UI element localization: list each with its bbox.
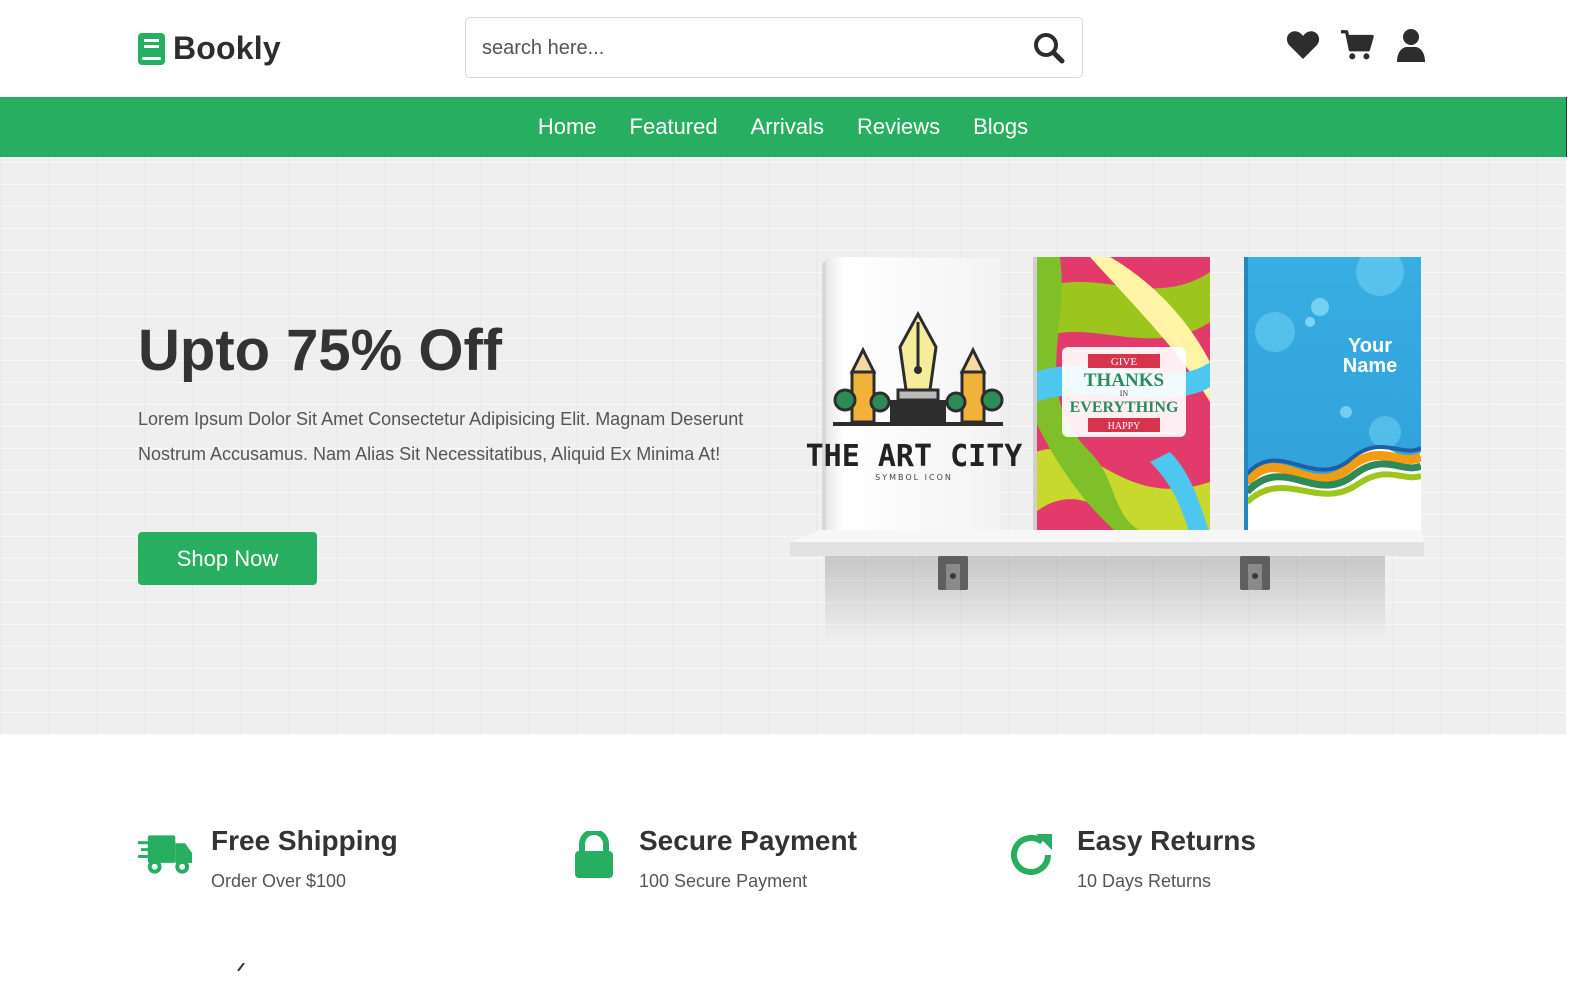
user-icon	[1397, 29, 1425, 62]
cart-button[interactable]	[1340, 28, 1374, 62]
feature-secure-payment: Secure Payment 100 Secure Payment	[566, 825, 857, 892]
shop-now-button[interactable]: Shop Now	[138, 532, 317, 585]
nav-blogs[interactable]: Blogs	[973, 114, 1028, 140]
feature-title: Easy Returns	[1077, 825, 1256, 856]
feature-text: 100 Secure Payment	[639, 871, 808, 891]
nav-featured[interactable]: Featured	[630, 114, 718, 140]
cart-icon	[1340, 30, 1374, 60]
hero-banner: Upto 75% Off Lorem Ipsum Dolor Sit Amet …	[0, 157, 1566, 735]
header-icons	[1286, 28, 1428, 62]
hero-title: Upto 75% Off	[138, 318, 503, 383]
wishlist-button[interactable]	[1286, 28, 1320, 62]
partial-heading-glyph	[237, 963, 245, 971]
book-2-line-1: GIVE	[1111, 356, 1138, 368]
nav-reviews[interactable]: Reviews	[857, 114, 940, 140]
feature-free-shipping: Free Shipping Order Over $100	[138, 825, 398, 892]
nav-home[interactable]: Home	[538, 114, 597, 140]
truck-icon	[138, 835, 193, 874]
book-1-title: THE ART CITY	[806, 439, 1023, 474]
scrollbar-track[interactable]	[1566, 0, 1586, 982]
nav-arrivals[interactable]: Arrivals	[751, 114, 824, 140]
book-2-line-4: EVERYTHING	[1070, 399, 1179, 416]
account-button[interactable]	[1394, 28, 1428, 62]
scrollbar-edge	[1566, 97, 1567, 157]
book-2-line-2: THANKS	[1084, 370, 1164, 391]
feature-easy-returns: Easy Returns 10 Days Returns	[1004, 825, 1256, 892]
features-section: Free Shipping Order Over $100 Secure Pay…	[0, 735, 1566, 982]
feature-text: 10 Days Returns	[1077, 871, 1212, 891]
search-input[interactable]	[482, 32, 1002, 64]
feature-text: Order Over $100	[211, 871, 347, 891]
redo-icon	[1010, 834, 1052, 875]
book-2-line-3: IN	[1120, 389, 1129, 398]
search-box	[465, 17, 1083, 78]
book-cover-art-city: THE ART CITY SYMBOL ICON	[806, 256, 1023, 534]
hero-description: Lorem Ipsum Dolor Sit Amet Consectetur A…	[138, 409, 744, 464]
feature-title: Free Shipping	[211, 825, 398, 856]
book-cover-your-name: Your Name	[1247, 257, 1421, 535]
logo-text: Bookly	[173, 30, 281, 66]
book-cover-give-thanks: GIVE THANKS IN EVERYTHING HAPPY	[1036, 257, 1210, 535]
book-1-subtitle: SYMBOL ICON	[875, 473, 953, 482]
search-button[interactable]	[1032, 31, 1066, 65]
book-shelf-illustration: THE ART CITY SYMBOL ICON GIVE THANKS IN …	[790, 256, 1424, 642]
feature-title: Secure Payment	[639, 825, 857, 856]
book-2-line-5: HAPPY	[1108, 421, 1141, 432]
book-icon	[138, 32, 165, 65]
header: Bookly	[0, 0, 1586, 97]
main-nav: Home Featured Arrivals Reviews Blogs	[0, 97, 1566, 157]
heart-icon	[1286, 31, 1320, 59]
lock-icon	[574, 831, 613, 878]
logo[interactable]: Bookly	[138, 30, 281, 67]
book-3-line-2: Name	[1343, 355, 1397, 377]
search-icon	[1034, 33, 1065, 64]
book-3-line-1: Your	[1348, 335, 1392, 357]
